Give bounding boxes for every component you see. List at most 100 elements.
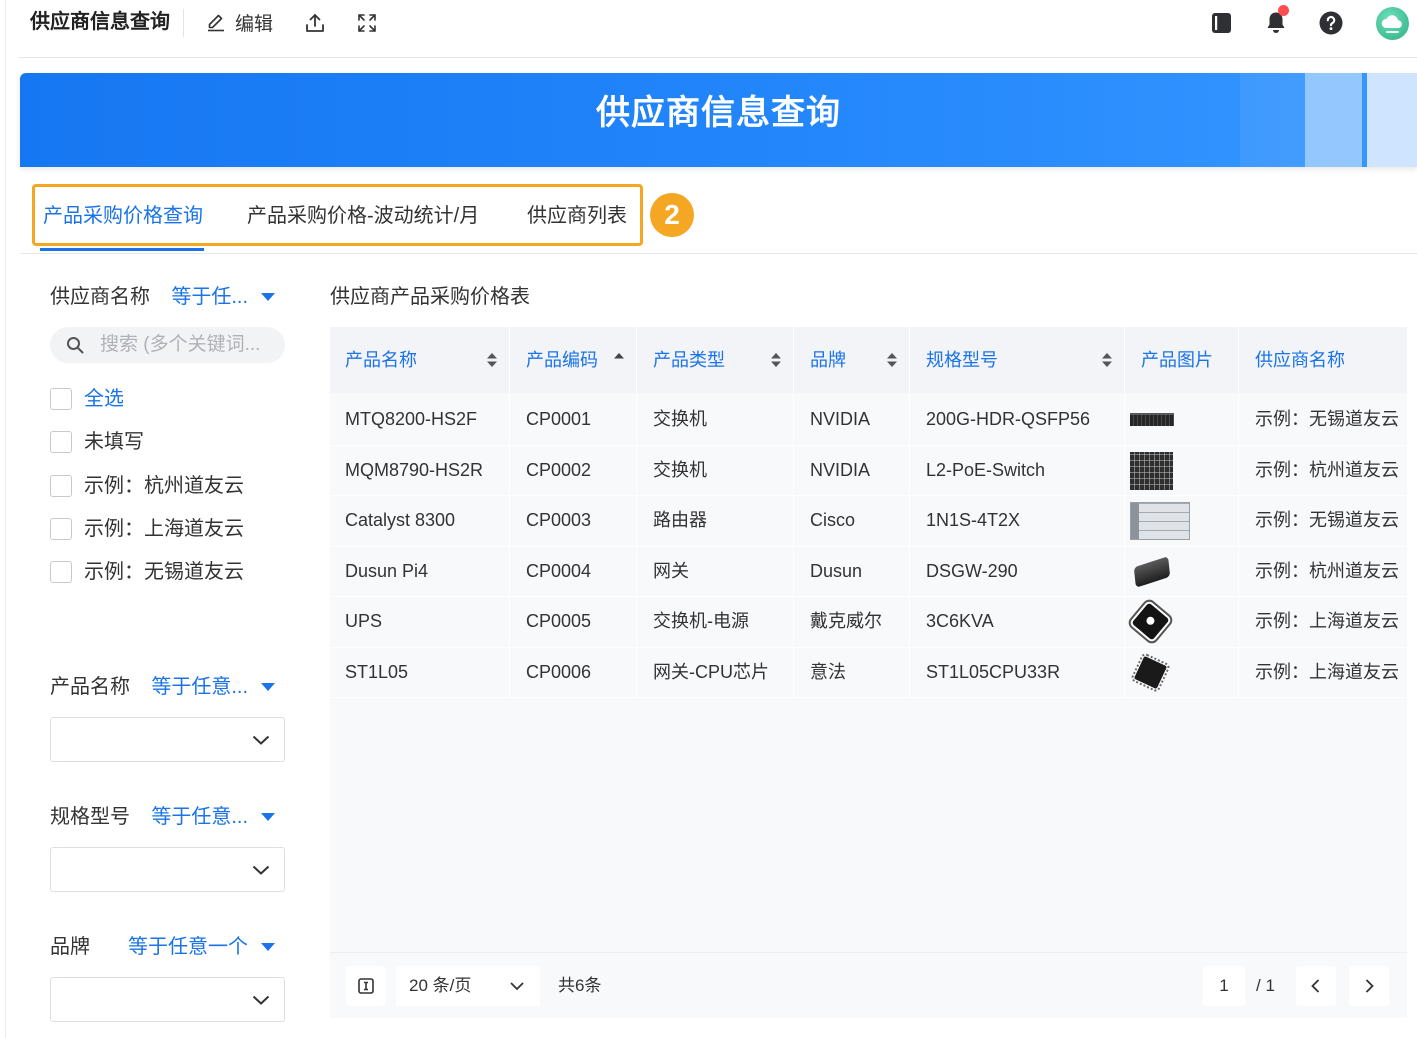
table-row[interactable]: Dusun Pi4 CP0004 网关 Dusun DSGW-290 示例：杭州道友云 <box>330 546 1407 597</box>
current-page-input[interactable]: 1 <box>1203 966 1245 1006</box>
sort-both-icon[interactable] <box>887 353 897 367</box>
cell-name: UPS <box>330 597 510 647</box>
cell-supplier: 示例：上海道友云 <box>1255 661 1399 682</box>
column-header-label: 产品名称 <box>345 350 417 370</box>
book-icon[interactable] <box>1211 12 1232 34</box>
chevron-down-icon <box>510 982 524 990</box>
cell-code: CP0003 <box>510 496 637 546</box>
filter-supplier-header: 供应商名称 等于任... <box>50 284 276 310</box>
upload-icon[interactable] <box>304 12 326 34</box>
filter-operator[interactable]: 等于任意... <box>151 674 248 700</box>
cell-brand: 意法 <box>794 647 910 697</box>
cell-type: 网关-CPU芯片 <box>637 647 794 697</box>
column-header-image: 产品图片 <box>1125 327 1239 393</box>
filter-label: 规格型号 <box>50 806 130 828</box>
toolbar-divider <box>183 9 184 37</box>
prev-page-button[interactable] <box>1296 966 1336 1006</box>
checkbox[interactable] <box>50 561 72 583</box>
rack-switch-image[interactable] <box>1130 413 1174 426</box>
cell-code: CP0006 <box>510 647 637 697</box>
supplier-option[interactable]: 示例：杭州道友云 <box>50 474 244 498</box>
edit-label: 编辑 <box>235 13 274 35</box>
table-header: 产品名称 产品编码 产品类型 品牌 规格型号 产品图片 供应商名称 <box>330 327 1407 393</box>
table-body: MTQ8200-HS2F CP0001 交换机 NVIDIA 200G-HDR-QSFP… <box>330 393 1407 952</box>
filter-operator[interactable]: 等于任... <box>171 284 248 310</box>
port-switch-image[interactable] <box>1130 451 1173 490</box>
cell-spec: 3C6KVA <box>910 597 1125 647</box>
page-banner: 供应商信息查询 <box>20 73 1417 167</box>
caret-down-icon[interactable] <box>260 942 276 952</box>
tab-price-query[interactable]: 产品采购价格查询 <box>43 203 203 229</box>
table-row[interactable]: Catalyst 8300 CP0003 路由器 Cisco 1N1S-4T2X 示例：无… <box>330 496 1407 547</box>
page-left-border <box>5 0 6 1038</box>
select-all-option[interactable]: 全选 <box>50 387 244 411</box>
supplier-option[interactable]: 未填写 <box>50 430 244 454</box>
cell-image <box>1125 445 1239 495</box>
router-image[interactable] <box>1130 502 1190 540</box>
caret-down-icon[interactable] <box>260 812 276 822</box>
user-avatar[interactable] <box>1376 7 1409 40</box>
column-header-code[interactable]: 产品编码 <box>510 327 637 393</box>
sort-both-icon[interactable] <box>1102 353 1112 367</box>
cell-image <box>1125 395 1239 445</box>
filter-operator[interactable]: 等于任意一个 <box>128 934 248 960</box>
page-count: / 1 <box>1256 976 1275 995</box>
table-row[interactable]: UPS CP0005 交换机-电源 戴克威尔 3C6KVA 示例：上海道友云 <box>330 597 1407 648</box>
table-row[interactable]: ST1L05 CP0006 网关-CPU芯片 意法 ST1L05CPU33R 示例：上海道… <box>330 647 1407 698</box>
column-header-type[interactable]: 产品类型 <box>637 327 794 393</box>
cell-code: CP0001 <box>510 395 637 445</box>
supplier-option-list: 全选未填写示例：杭州道友云 示例：上海道友云 示例：无锡道友云 <box>50 387 244 584</box>
checkbox[interactable] <box>50 517 72 540</box>
page: 供应商信息查询 编辑 供应商信息查询 产品采购价格查询 产品采购价格-波动统计/… <box>0 0 1417 1038</box>
fullscreen-icon[interactable] <box>357 13 377 33</box>
column-header-brand[interactable]: 品牌 <box>794 327 910 393</box>
filter-brand-header: 品牌 等于任意一个 <box>50 934 276 960</box>
column-header-label: 规格型号 <box>926 350 998 370</box>
cell-type: 路由器 <box>637 496 794 546</box>
cell-supplier: 示例：杭州道友云 <box>1255 459 1399 480</box>
cell-brand: 戴克威尔 <box>794 597 910 647</box>
gateway-image[interactable] <box>1133 555 1171 588</box>
tab-supplier-list[interactable]: 供应商列表 <box>527 203 627 229</box>
cell-code: CP0002 <box>510 445 637 495</box>
cell-image <box>1125 597 1239 647</box>
sort-asc-icon[interactable] <box>614 353 624 367</box>
sort-both-icon[interactable] <box>487 353 497 367</box>
sort-both-icon[interactable] <box>771 353 781 367</box>
search-input[interactable] <box>100 327 280 363</box>
cell-supplier: 示例：无锡道友云 <box>1255 409 1399 429</box>
column-settings-button[interactable] <box>346 966 386 1006</box>
cell-brand: Dusun <box>794 546 910 596</box>
supplier-option[interactable]: 示例：无锡道友云 <box>50 560 244 584</box>
caret-down-icon[interactable] <box>260 292 276 302</box>
edit-button[interactable]: 编辑 <box>206 8 273 36</box>
checkbox[interactable] <box>50 474 72 497</box>
total-count: 共6条 <box>558 976 602 995</box>
checkbox[interactable] <box>50 431 72 454</box>
page-size-select[interactable]: 20 条/页 <box>396 966 540 1006</box>
cell-spec: DSGW-290 <box>910 546 1125 596</box>
chip-image[interactable] <box>1129 651 1172 693</box>
column-header-name[interactable]: 产品名称 <box>330 327 510 393</box>
product-name-select[interactable] <box>50 717 285 762</box>
checkbox-label: 未填写 <box>84 431 144 454</box>
filter-operator[interactable]: 等于任意... <box>151 804 248 830</box>
supplier-option[interactable]: 示例：上海道友云 <box>50 517 244 541</box>
cell-type: 交换机-电源 <box>637 597 794 647</box>
cell-brand: Cisco <box>794 496 910 546</box>
tab-price-fluctuation[interactable]: 产品采购价格-波动统计/月 <box>247 203 479 229</box>
spec-select[interactable] <box>50 847 285 892</box>
caret-down-icon[interactable] <box>260 682 276 692</box>
power-module-image[interactable] <box>1131 602 1170 641</box>
brand-select[interactable] <box>50 977 285 1022</box>
checkbox[interactable] <box>50 388 72 410</box>
next-page-button[interactable] <box>1349 966 1389 1006</box>
cell-image <box>1125 546 1239 596</box>
chevron-down-icon <box>252 735 270 745</box>
column-header-spec[interactable]: 规格型号 <box>910 327 1125 393</box>
help-icon[interactable] <box>1319 11 1343 35</box>
table-row[interactable]: MQM8790-HS2R CP0002 交换机 NVIDIA L2-PoE-Switch… <box>330 445 1407 496</box>
banner-title: 供应商信息查询 <box>596 94 841 132</box>
price-table: 产品名称 产品编码 产品类型 品牌 规格型号 产品图片 供应商名称 MTQ8200-HS2F… <box>330 327 1407 1018</box>
table-row[interactable]: MTQ8200-HS2F CP0001 交换机 NVIDIA 200G-HDR-QSFP… <box>330 395 1407 446</box>
